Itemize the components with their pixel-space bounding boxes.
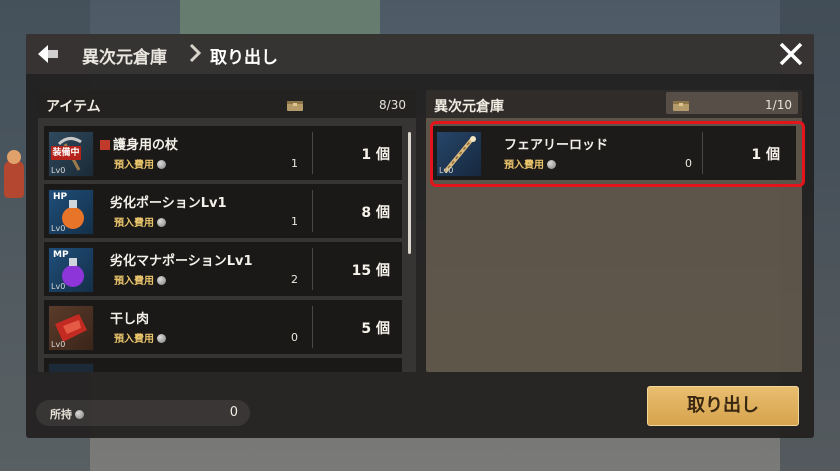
inventory-scrollbar[interactable] bbox=[408, 132, 411, 254]
fee-label-text: 預入費用 bbox=[114, 334, 154, 345]
item-quantity: 15 個 bbox=[351, 263, 390, 279]
item-level: Lv0 bbox=[51, 282, 66, 291]
item-name: 劣化ポーションLv1 bbox=[110, 196, 227, 211]
inventory-count: 8/30 bbox=[379, 98, 406, 112]
item-quantity: 1 個 bbox=[361, 147, 390, 163]
equipped-badge: 装備中 bbox=[51, 146, 81, 160]
fee-label-text: 預入費用 bbox=[114, 276, 154, 287]
storage-count: 1/10 bbox=[765, 98, 792, 112]
inventory-item-row[interactable]: MP Lv0 劣化マナポーションLv1 預入費用 2 15 個 bbox=[44, 242, 402, 296]
selection-highlight bbox=[430, 121, 805, 187]
deposit-fee-label: 預入費用 bbox=[114, 272, 166, 287]
coin-icon bbox=[75, 410, 84, 419]
back-arrow-icon[interactable] bbox=[36, 42, 62, 66]
coin-icon bbox=[157, 276, 166, 285]
owned-label: 所持 bbox=[50, 406, 84, 422]
inventory-item-row[interactable]: Lv0 干し肉 預入費用 0 5 個 bbox=[44, 300, 402, 354]
item-level: Lv0 bbox=[51, 166, 66, 175]
storage-title: 異次元倉庫 bbox=[434, 99, 504, 115]
fee-label-text: 預入費用 bbox=[114, 218, 154, 229]
owned-currency: 所持 0 bbox=[36, 400, 250, 426]
row-divider bbox=[312, 132, 313, 174]
row-divider bbox=[312, 306, 313, 348]
inventory-panel-header: アイテム 8/30 bbox=[38, 90, 416, 118]
inventory-item-row[interactable]: 装備中 Lv0 護身用の杖 預入費用 1 1 個 bbox=[44, 126, 402, 180]
item-name: 干し肉 bbox=[110, 312, 150, 327]
dialog-header: 異次元倉庫 取り出し bbox=[26, 34, 814, 74]
item-level: Lv0 bbox=[51, 224, 66, 233]
owned-value: 0 bbox=[229, 405, 238, 420]
coin-icon bbox=[157, 334, 166, 343]
deposit-fee-value: 2 bbox=[291, 273, 298, 286]
owned-label-text: 所持 bbox=[50, 408, 72, 421]
coin-icon bbox=[157, 218, 166, 227]
item-name: 劣化マナポーションLv1 bbox=[110, 254, 253, 269]
deposit-fee-value: 1 bbox=[291, 215, 298, 228]
inventory-item-row[interactable]: HP Lv0 劣化ポーションLv1 預入費用 1 8 個 bbox=[44, 184, 402, 238]
partial-item-icon bbox=[48, 363, 94, 372]
coin-icon bbox=[157, 160, 166, 169]
deposit-fee-value: 0 bbox=[291, 331, 298, 344]
fee-label-text: 預入費用 bbox=[114, 160, 154, 171]
deposit-fee-value: 1 bbox=[291, 157, 298, 170]
item-quantity: 8 個 bbox=[361, 205, 390, 221]
row-divider bbox=[312, 248, 313, 290]
deposit-fee-label: 預入費用 bbox=[114, 214, 166, 229]
bag-icon bbox=[286, 97, 304, 111]
inventory-item-row-partial[interactable] bbox=[44, 358, 402, 372]
player-character bbox=[4, 150, 24, 198]
bag-icon bbox=[672, 97, 690, 111]
breadcrumb-separator-icon bbox=[188, 43, 202, 63]
item-quantity: 5 個 bbox=[361, 321, 390, 337]
deposit-fee-label: 預入費用 bbox=[114, 156, 166, 171]
row-divider bbox=[312, 190, 313, 232]
item-name-text: 護身用の杖 bbox=[113, 138, 179, 153]
inventory-title: アイテム bbox=[46, 99, 101, 115]
mp-potion-icon: MP Lv0 bbox=[48, 247, 94, 293]
take-out-button[interactable]: 取り出し bbox=[647, 386, 799, 426]
inventory-panel: アイテム 8/30 装備中 Lv0 護身用の杖 預入費用 1 1 個 HP Lv… bbox=[38, 90, 416, 372]
staff-icon: 装備中 Lv0 bbox=[48, 131, 94, 177]
deposit-fee-label: 預入費用 bbox=[114, 330, 166, 345]
hp-badge: HP bbox=[53, 192, 68, 202]
storage-withdraw-dialog: 異次元倉庫 取り出し アイテム 8/30 装備中 Lv0 護身用の杖 預入費用 … bbox=[26, 34, 814, 438]
item-level: Lv0 bbox=[51, 340, 66, 349]
mp-badge: MP bbox=[53, 250, 69, 260]
dried-meat-icon: Lv0 bbox=[48, 305, 94, 351]
lock-icon bbox=[100, 140, 110, 150]
breadcrumb-current: 取り出し bbox=[210, 48, 278, 68]
close-icon[interactable] bbox=[776, 39, 806, 69]
hp-potion-icon: HP Lv0 bbox=[48, 189, 94, 235]
item-name: 護身用の杖 bbox=[100, 134, 178, 153]
storage-panel-header: 異次元倉庫 1/10 bbox=[426, 90, 802, 118]
breadcrumb-root[interactable]: 異次元倉庫 bbox=[82, 43, 167, 68]
